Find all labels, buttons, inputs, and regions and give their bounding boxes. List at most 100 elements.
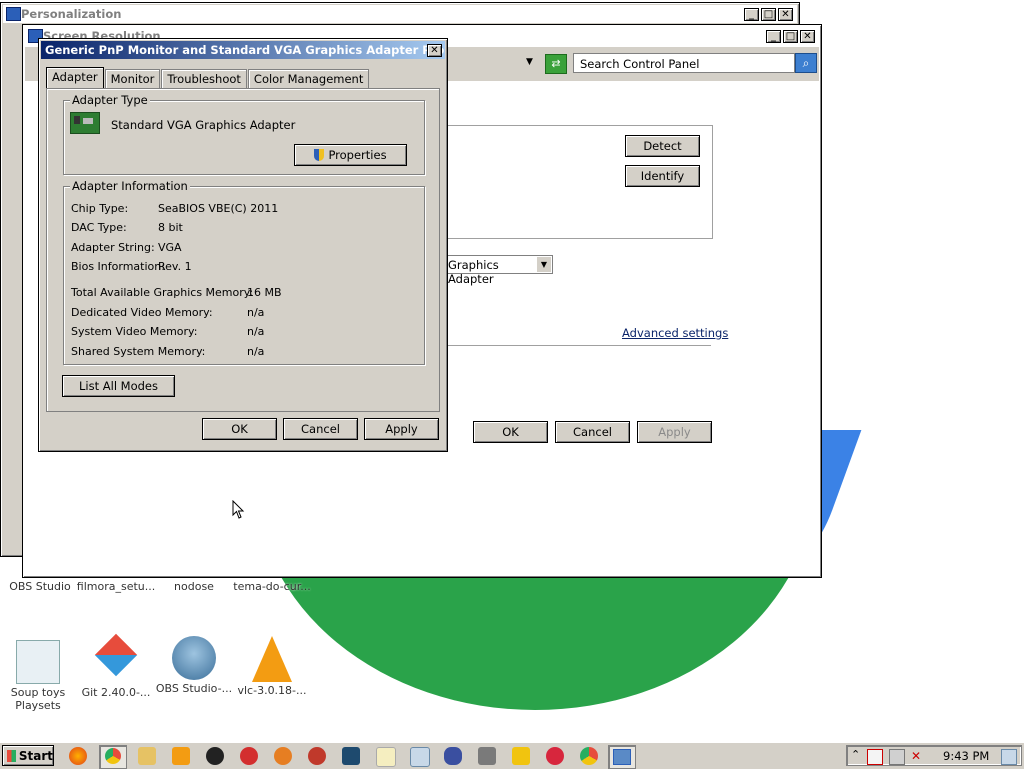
tab-monitor[interactable]: Monitor — [104, 69, 161, 89]
dedicated-memory-value: n/a — [247, 306, 265, 319]
network-icon[interactable] — [889, 749, 905, 765]
dedicated-memory-label: Dedicated Video Memory: — [71, 306, 213, 319]
file-explorer-icon[interactable] — [138, 747, 156, 765]
search-placeholder: Search Control Panel — [580, 57, 700, 71]
personalization-titlebar[interactable]: Personalization _ □ ✕ — [3, 5, 797, 23]
adapter-information-label: Adapter Information — [70, 179, 190, 193]
graphics-card-icon — [70, 112, 100, 134]
chevron-down-icon[interactable]: ▼ — [537, 257, 551, 272]
shared-memory-label: Shared System Memory: — [71, 345, 206, 358]
firefox-icon[interactable] — [69, 747, 87, 765]
red-s-app-icon[interactable] — [546, 747, 564, 765]
dialog-title: Generic PnP Monitor and Standard VGA Gra… — [45, 43, 445, 57]
system-memory-value: n/a — [247, 325, 265, 338]
desktop-icon-obs-studio[interactable]: OBS Studio — [0, 564, 80, 593]
adapter-string-label: Adapter String: — [71, 241, 155, 254]
app-blue-icon[interactable] — [342, 747, 360, 765]
control-panel-taskbar-icon[interactable] — [608, 745, 636, 769]
display-dropdown[interactable]: Graphics Adapter ▼ — [443, 255, 553, 286]
notepad-icon[interactable] — [376, 747, 396, 767]
control-panel-icon — [6, 7, 21, 21]
search-icon[interactable]: ⌕ — [795, 53, 817, 73]
vlc-icon[interactable] — [172, 747, 190, 765]
vlc-cone-icon — [252, 636, 292, 682]
desktop-icon-souptoys[interactable]: Soup toys Playsets — [0, 640, 78, 712]
cancel-button[interactable]: Cancel — [555, 421, 630, 443]
address-dropdown-arrow[interactable]: ▼ — [526, 57, 533, 67]
obs-icon[interactable] — [206, 747, 224, 765]
identify-button[interactable]: Identify — [625, 165, 700, 187]
mouse-cursor-icon — [232, 500, 245, 519]
minimize-button[interactable]: _ — [744, 8, 759, 21]
bios-information-label: Bios Information: — [71, 260, 165, 273]
show-desktop-icon[interactable] — [1001, 749, 1017, 765]
search-input[interactable]: Search Control Panel — [573, 53, 795, 73]
system-memory-label: System Video Memory: — [71, 325, 198, 338]
shared-memory-value: n/a — [247, 345, 265, 358]
detect-button[interactable]: Detect — [625, 135, 700, 157]
dac-type-value: 8 bit — [158, 221, 183, 234]
adapter-properties-button[interactable]: Properties — [294, 144, 407, 166]
adapter-tab-panel: Adapter Type Standard VGA Graphics Adapt… — [46, 88, 440, 412]
shield-icon — [314, 149, 325, 161]
chip-type-value: SeaBIOS VBE(C) 2011 — [158, 202, 279, 215]
dialog-ok-button[interactable]: OK — [202, 418, 277, 440]
adapter-information-group: Adapter Information Chip Type: SeaBIOS V… — [63, 179, 425, 365]
security-alert-icon[interactable] — [867, 749, 883, 765]
adapter-type-group: Adapter Type Standard VGA Graphics Adapt… — [63, 93, 425, 175]
desktop-icon-git[interactable]: Git 2.40.0-... — [76, 633, 156, 699]
desktop-icon-nodose[interactable]: nodose — [154, 564, 234, 593]
tools-icon[interactable] — [478, 747, 496, 765]
display-dropdown-value: Graphics Adapter — [448, 258, 499, 286]
start-button[interactable]: Start — [2, 745, 54, 766]
dev-cpp-icon[interactable] — [308, 747, 326, 765]
close-button[interactable]: ✕ — [800, 30, 815, 43]
search-tool-icon[interactable] — [274, 747, 292, 765]
half-app-icon[interactable] — [512, 747, 530, 765]
desktop-icon-obs-studio-installer[interactable]: OBS Studio-... — [154, 636, 234, 695]
divider — [443, 345, 711, 346]
desktop-icon-tema-do-cursor[interactable]: tema-do-cur... — [232, 564, 312, 593]
total-memory-label: Total Available Graphics Memory: — [71, 286, 254, 299]
dialog-titlebar[interactable]: Generic PnP Monitor and Standard VGA Gra… — [41, 41, 445, 59]
close-button[interactable]: ✕ — [778, 8, 793, 21]
apply-button: Apply — [637, 421, 712, 443]
tab-adapter[interactable]: Adapter — [46, 67, 104, 89]
clock[interactable]: 9:43 PM — [943, 749, 989, 763]
personalization-title: Personalization — [21, 7, 122, 21]
dialog-tabs: Adapter Monitor Troubleshoot Color Manag… — [46, 67, 370, 89]
ok-button[interactable]: OK — [473, 421, 548, 443]
desktop-icon-vlc[interactable]: vlc-3.0.18-... — [232, 636, 312, 697]
bios-information-value: Rev. 1 — [158, 260, 192, 273]
maximize-button[interactable]: □ — [783, 30, 798, 43]
adapter-name: Standard VGA Graphics Adapter — [111, 118, 296, 132]
list-all-modes-button[interactable]: List All Modes — [62, 375, 175, 397]
chrome-icon[interactable] — [99, 745, 127, 769]
taskbar: Start ⌃ ✕ 9:43 PM — [0, 741, 1024, 769]
close-button[interactable]: ✕ — [427, 44, 442, 57]
desktop-icon-filmora-setup[interactable]: filmora_setu... — [76, 564, 156, 593]
nsis-installer-icon — [172, 636, 216, 680]
windows-logo-icon — [7, 749, 16, 762]
tab-troubleshoot[interactable]: Troubleshoot — [161, 69, 247, 89]
advanced-settings-link[interactable]: Advanced settings — [622, 326, 728, 340]
link-app-icon[interactable] — [444, 747, 462, 765]
dialog-cancel-button[interactable]: Cancel — [283, 418, 358, 440]
volume-muted-icon[interactable]: ✕ — [911, 749, 925, 763]
adapter-string-value: VGA — [158, 241, 182, 254]
chrome-taskbar-icon[interactable] — [580, 747, 598, 765]
adapter-type-label: Adapter Type — [70, 93, 150, 107]
dac-type-label: DAC Type: — [71, 221, 127, 234]
tab-color-management[interactable]: Color Management — [247, 69, 370, 89]
mega-icon[interactable] — [240, 747, 258, 765]
dialog-apply-button[interactable]: Apply — [364, 418, 439, 440]
git-icon — [93, 633, 139, 684]
window-app-icon[interactable] — [410, 747, 430, 767]
chip-type-label: Chip Type: — [71, 202, 129, 215]
minimize-button[interactable]: _ — [766, 30, 781, 43]
maximize-button[interactable]: □ — [761, 8, 776, 21]
tray-expand-icon[interactable]: ⌃ — [851, 748, 860, 761]
total-memory-value: 16 MB — [247, 286, 282, 299]
refresh-button[interactable]: ⇄ — [545, 54, 567, 74]
system-tray: ⌃ ✕ 9:43 PM — [846, 745, 1022, 766]
